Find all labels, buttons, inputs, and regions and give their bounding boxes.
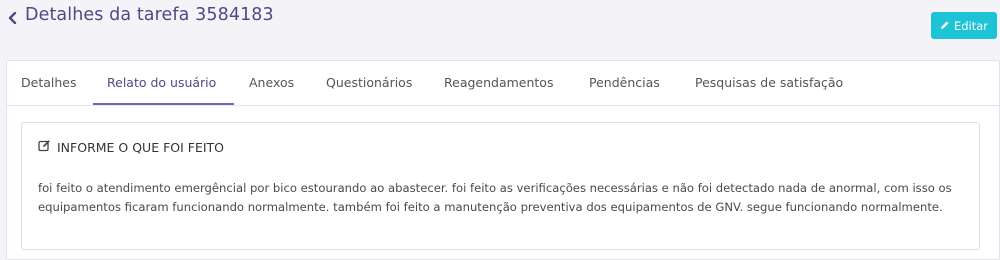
tab-reagendamentos[interactable]: Reagendamentos [444,75,553,90]
back-button[interactable] [4,8,20,28]
task-card: Detalhes Relato do usuário Anexos Questi… [6,60,1000,260]
page-header: Detalhes da tarefa 3584183 Editar [0,0,1000,60]
report-text: foi feito o atendimento emergêncial por … [38,181,952,214]
report-heading: INFORME O QUE FOI FEITO [38,139,224,155]
active-tab-indicator [93,103,234,105]
tab-bar: Detalhes Relato do usuário Anexos Questi… [7,61,999,106]
chevron-left-icon [8,9,17,28]
tab-anexos[interactable]: Anexos [249,75,294,90]
pencil-icon [940,19,950,33]
report-heading-text: INFORME O QUE FOI FEITO [57,139,225,155]
report-panel: INFORME O QUE FOI FEITO foi feito o aten… [21,122,980,250]
tab-questionarios[interactable]: Questionários [326,75,412,90]
page-title: Detalhes da tarefa 3584183 [25,5,274,25]
edit-button-label: Editar [953,18,989,33]
edit-square-icon [38,139,51,155]
tab-pesquisas-de-satisfacao[interactable]: Pesquisas de satisfação [695,75,843,90]
edit-button[interactable]: Editar [931,12,997,39]
tab-pendencias[interactable]: Pendências [589,75,660,90]
tab-relato-do-usuario[interactable]: Relato do usuário [107,75,216,90]
tab-detalhes[interactable]: Detalhes [21,75,76,90]
